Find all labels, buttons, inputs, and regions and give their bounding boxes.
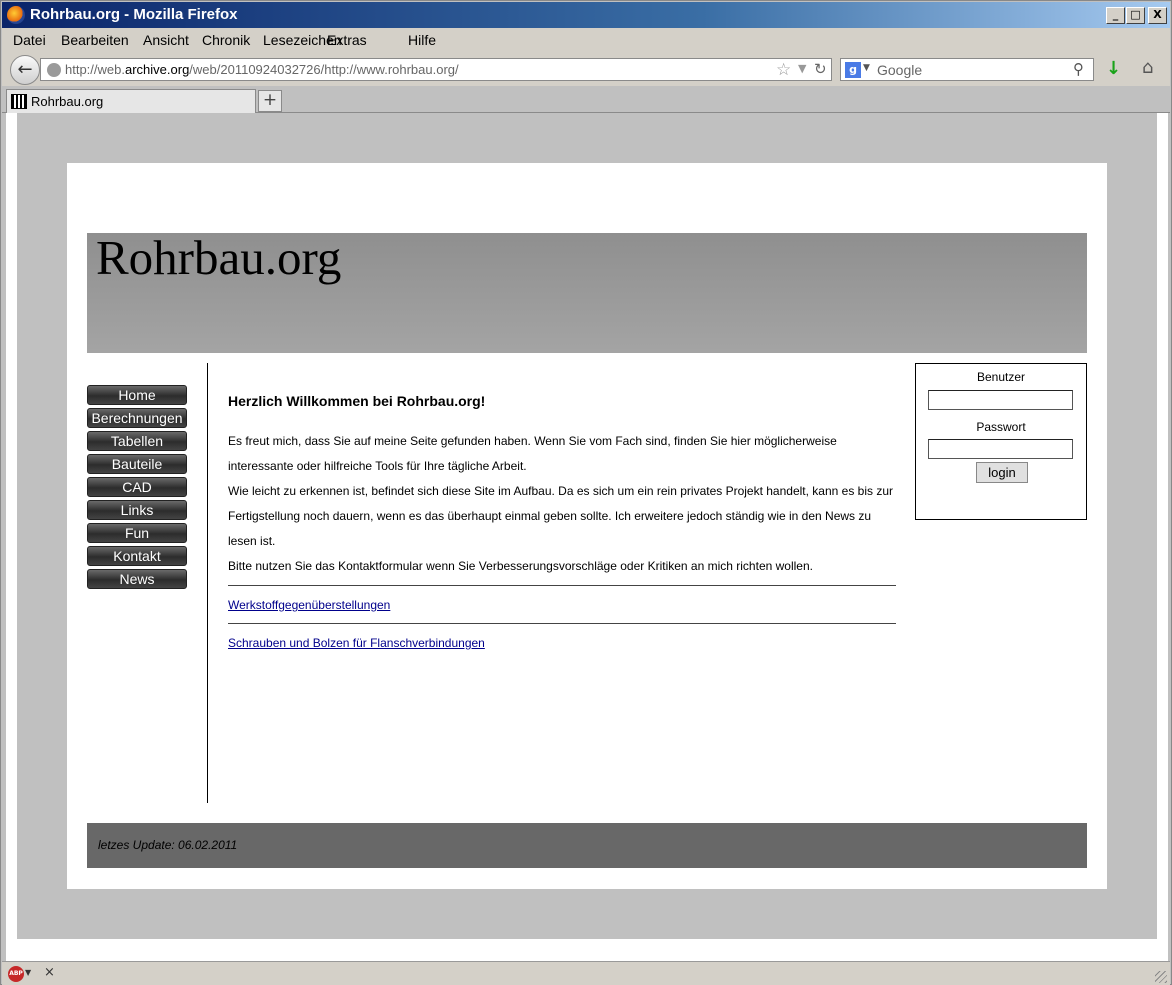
close-window-button[interactable]: X [1148,7,1167,24]
menu-ansicht[interactable]: Ansicht [143,32,189,48]
tab-rohrbau[interactable]: Rohrbau.org [6,89,256,113]
close-icon[interactable]: × [44,965,55,980]
title-bar: Rohrbau.org - Mozilla Firefox _ □ X [2,2,1170,28]
adblock-icon[interactable]: ABP [8,966,24,982]
horizontal-rule [228,585,896,586]
url-text: http://web.archive.org/web/2011092403272… [65,62,459,77]
search-engine-dropdown-icon[interactable]: ▼ [863,63,870,73]
link-row: Schrauben und Bolzen für Flanschverbindu… [228,636,898,650]
globe-icon [47,63,61,77]
nav-bauteile[interactable]: Bauteile [87,454,187,474]
last-update-text: letzes Update: 06.02.2011 [98,838,238,852]
nav-tabellen[interactable]: Tabellen [87,431,187,451]
intro-paragraph: Es freut mich, dass Sie auf meine Seite … [228,434,837,473]
nav-links[interactable]: Links [87,500,187,520]
maximize-button[interactable]: □ [1126,7,1145,24]
reload-icon[interactable]: ↻ [814,60,827,78]
page-container: Rohrbau.org Home Berechnungen Tabellen B… [67,163,1107,889]
page-background: Rohrbau.org Home Berechnungen Tabellen B… [17,113,1157,939]
menu-chronik[interactable]: Chronik [202,32,250,48]
tab-label: Rohrbau.org [31,94,104,109]
status-bar: ABP ▼ × [2,961,1170,985]
bookmark-star-icon[interactable]: ☆ [776,60,791,80]
link-schrauben[interactable]: Schrauben und Bolzen für Flanschverbindu… [228,636,485,650]
minimize-button[interactable]: _ [1106,7,1125,24]
back-button[interactable]: ← [10,55,40,85]
site-footer: letzes Update: 06.02.2011 [87,823,1087,868]
home-icon[interactable]: ⌂ [1142,57,1153,78]
page-viewport: Rohrbau.org Home Berechnungen Tabellen B… [6,113,1168,961]
nav-home[interactable]: Home [87,385,187,405]
chevron-down-icon[interactable]: ▼ [25,968,31,977]
intro-text: Es freut mich, dass Sie auf meine Seite … [228,429,898,579]
menu-hilfe[interactable]: Hilfe [408,32,436,48]
firefox-window: Rohrbau.org - Mozilla Firefox _ □ X Date… [0,0,1172,985]
user-input[interactable] [928,390,1073,410]
chevron-down-icon[interactable]: ▼ [798,62,806,75]
new-tab-button[interactable]: + [258,90,282,112]
main-content: Herzlich Willkommen bei Rohrbau.org! Es … [228,393,898,650]
menu-bearbeiten[interactable]: Bearbeiten [61,32,129,48]
site-header: Rohrbau.org [87,230,1087,353]
search-input[interactable]: Google [877,62,922,78]
window-title: Rohrbau.org - Mozilla Firefox [30,6,238,23]
login-button[interactable]: login [976,462,1028,483]
search-icon[interactable]: ⚲ [1073,60,1084,78]
password-input[interactable] [928,439,1073,459]
horizontal-rule [228,623,896,624]
link-werkstoffe[interactable]: Werkstoffgegenüberstellungen [228,598,390,612]
url-bar[interactable]: http://web.archive.org/web/2011092403272… [40,58,832,81]
login-box: Benutzer Passwort login [915,363,1087,520]
nav-news[interactable]: News [87,569,187,589]
search-bar[interactable]: g ▼ Google ⚲ [840,58,1094,81]
navigation-toolbar: ← http://web.archive.org/web/20110924032… [2,52,1170,86]
nav-fun[interactable]: Fun [87,523,187,543]
tab-strip: Rohrbau.org + [2,86,1170,113]
password-label: Passwort [976,420,1026,434]
nav-cad[interactable]: CAD [87,477,187,497]
nav-berechnungen[interactable]: Berechnungen [87,408,187,428]
site-title: Rohrbau.org [96,230,342,285]
link-row: Werkstoffgegenüberstellungen [228,598,898,612]
google-icon[interactable]: g [845,62,861,78]
menu-extras[interactable]: Extras [327,32,367,48]
firefox-icon [7,6,25,24]
intro-paragraph: Bitte nutzen Sie das Kontaktformular wen… [228,559,813,573]
archive-favicon-icon [11,94,27,109]
resize-grip[interactable] [1155,971,1167,983]
welcome-heading: Herzlich Willkommen bei Rohrbau.org! [228,393,486,409]
menu-datei[interactable]: Datei [13,32,46,48]
nav-kontakt[interactable]: Kontakt [87,546,187,566]
intro-paragraph: Wie leicht zu erkennen ist, befindet sic… [228,484,894,548]
download-icon[interactable]: ↓ [1106,58,1121,79]
menu-bar: Datei Bearbeiten Ansicht Chronik Lesezei… [2,28,1170,52]
vertical-divider [207,363,208,803]
user-label: Benutzer [976,370,1026,384]
